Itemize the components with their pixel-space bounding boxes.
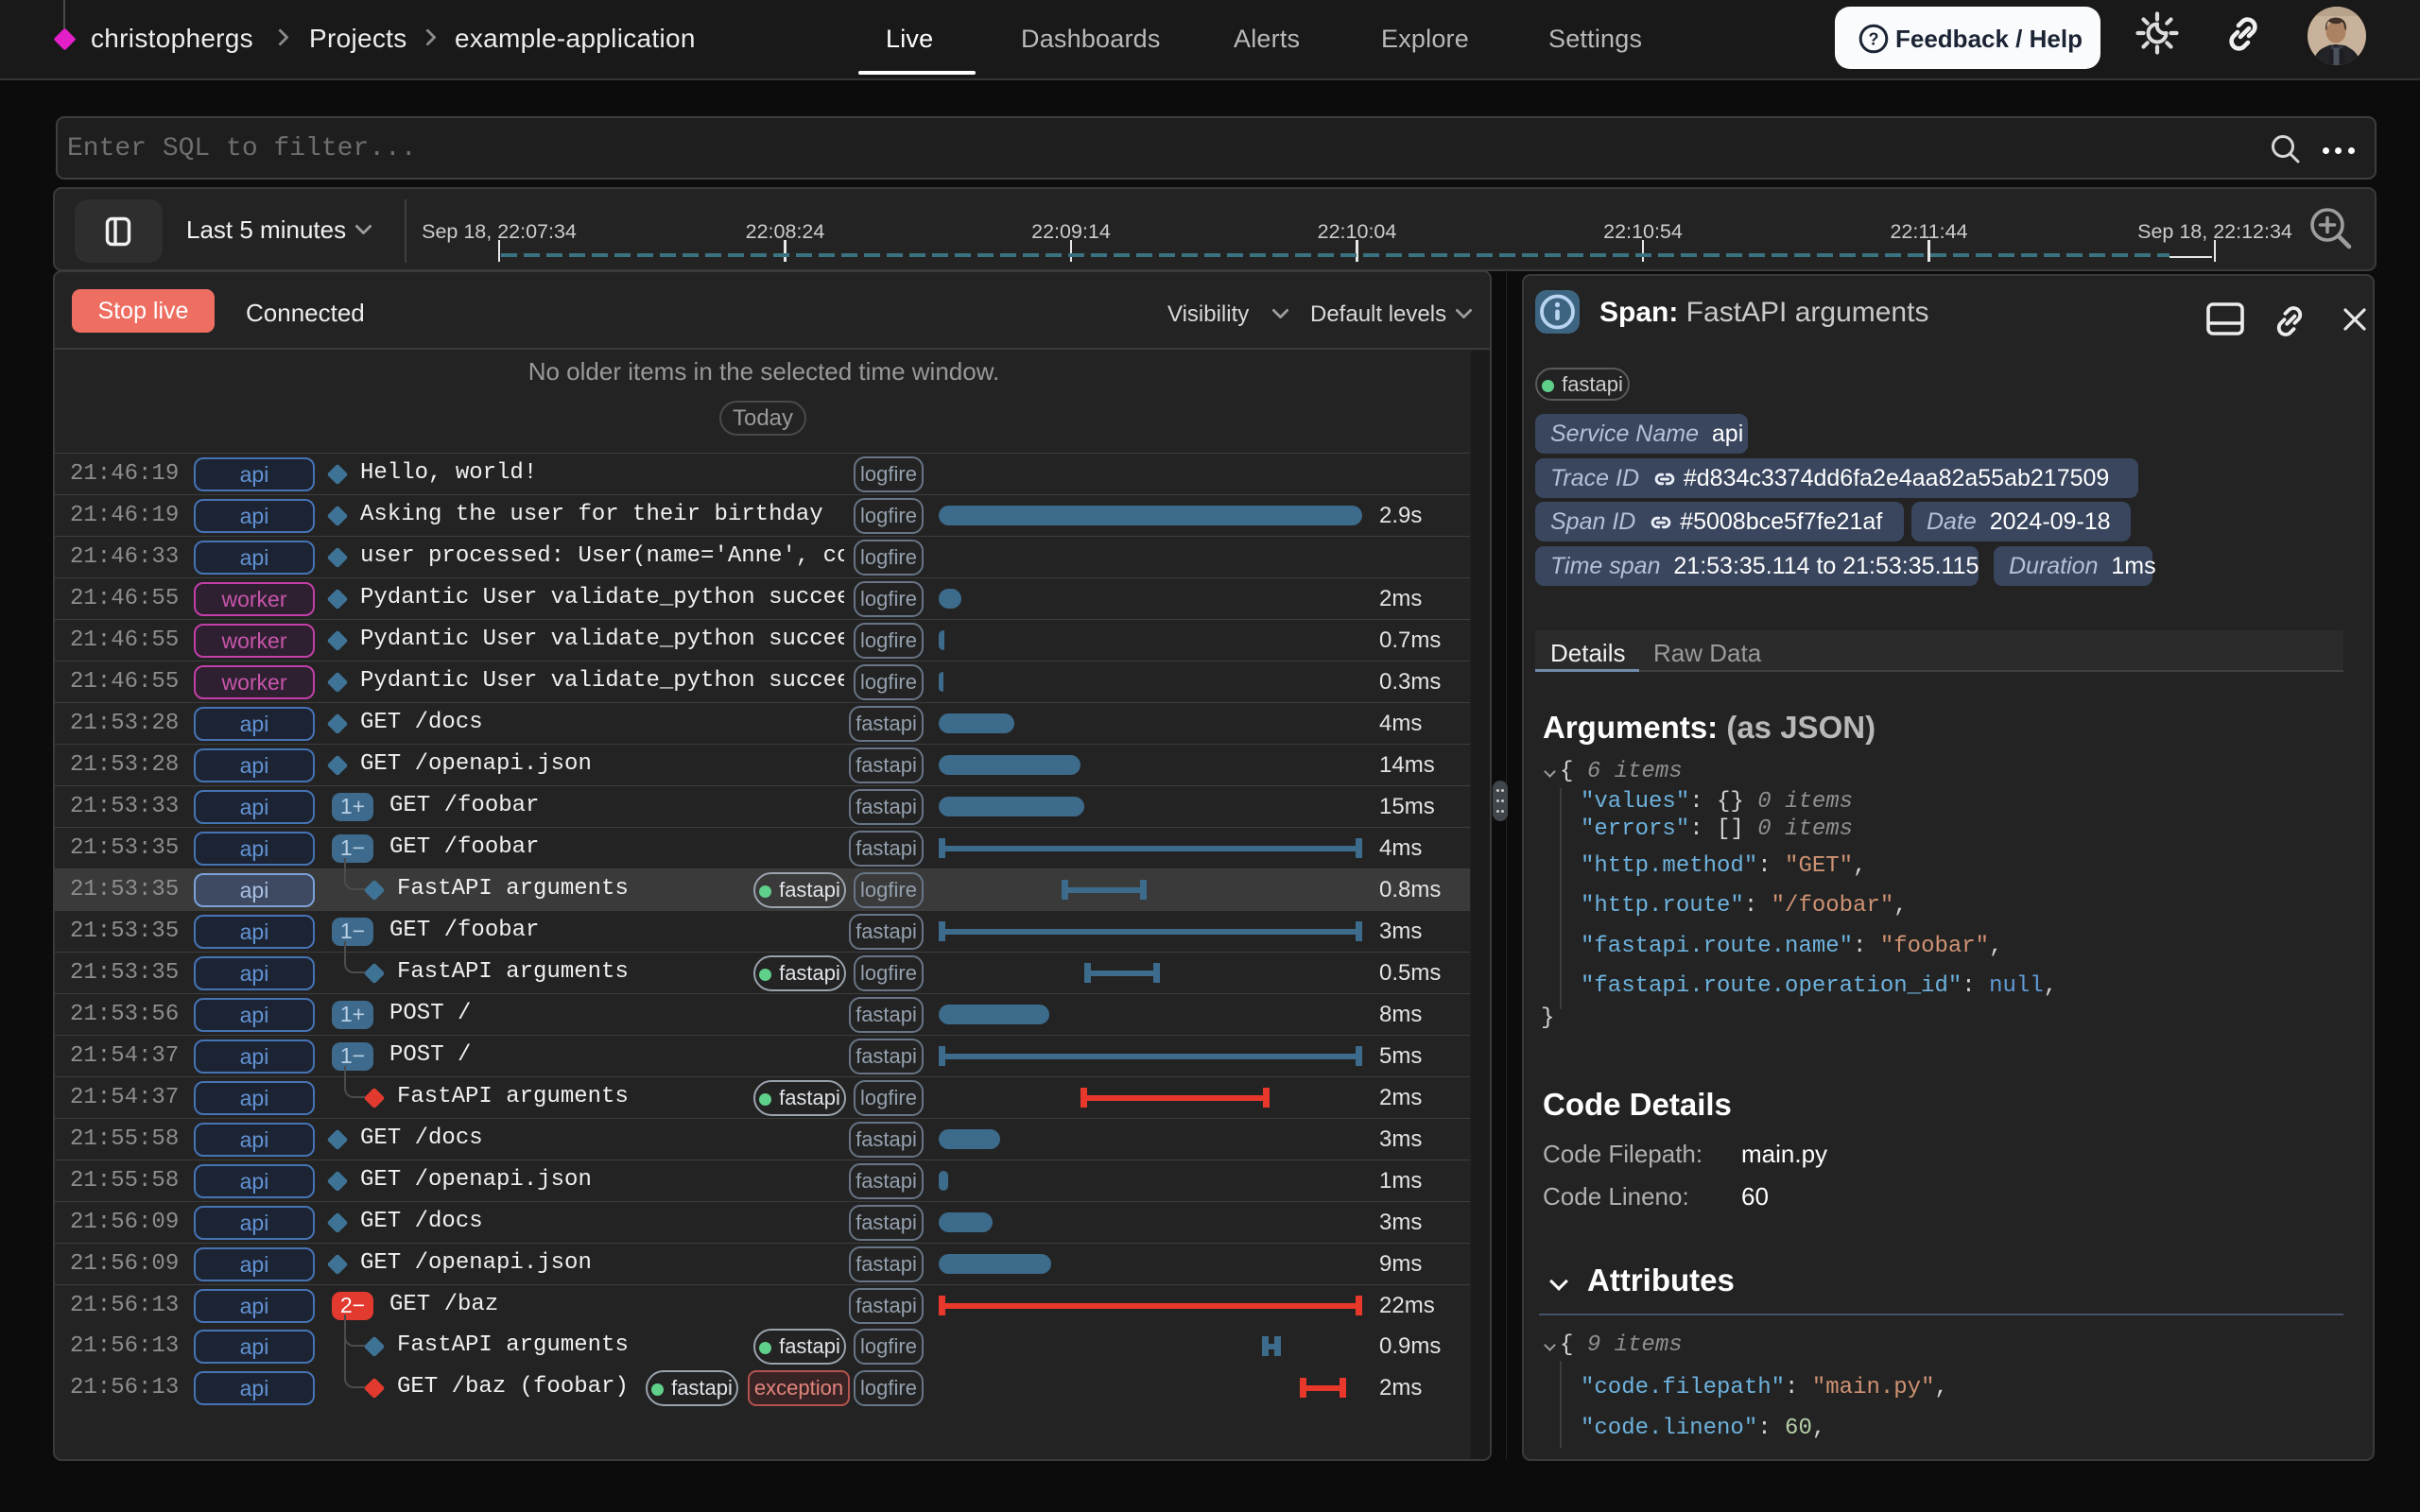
svg-text:?: ? [1869,30,1879,49]
